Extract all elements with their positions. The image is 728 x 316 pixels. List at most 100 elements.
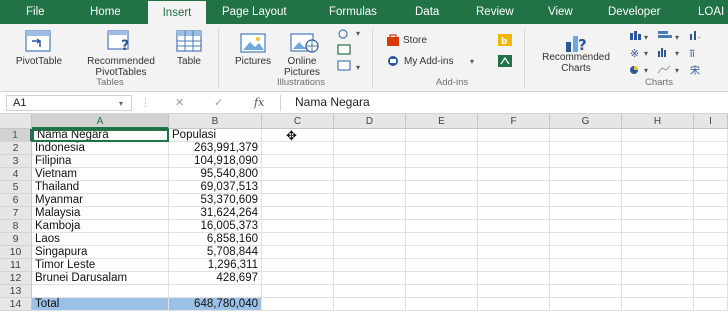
empty-cell[interactable] (334, 129, 406, 142)
empty-cell[interactable] (262, 233, 334, 246)
empty-cell[interactable] (694, 272, 728, 285)
name-box[interactable]: A1 ▾ (6, 95, 132, 111)
column-header-i[interactable]: I (694, 114, 728, 129)
empty-cell[interactable] (622, 142, 694, 155)
empty-cell[interactable] (622, 129, 694, 142)
empty-cell[interactable] (406, 259, 478, 272)
empty-cell[interactable] (334, 142, 406, 155)
empty-cell[interactable] (622, 285, 694, 298)
empty-cell[interactable] (550, 259, 622, 272)
empty-cell[interactable] (406, 142, 478, 155)
empty-cell[interactable] (478, 220, 550, 233)
empty-cell[interactable] (550, 298, 622, 311)
row-header[interactable]: 12 (0, 272, 32, 285)
cell-a[interactable]: Laos (32, 233, 169, 246)
empty-cell[interactable] (622, 272, 694, 285)
empty-cell[interactable] (694, 233, 728, 246)
empty-cell[interactable] (550, 246, 622, 259)
empty-cell[interactable] (478, 181, 550, 194)
cell-b[interactable]: 263,991,379 (169, 142, 262, 155)
empty-cell[interactable] (262, 285, 334, 298)
column-header-e[interactable]: E (406, 114, 478, 129)
empty-cell[interactable] (478, 155, 550, 168)
empty-cell[interactable] (478, 259, 550, 272)
empty-cell[interactable] (622, 246, 694, 259)
empty-cell[interactable] (262, 272, 334, 285)
cell-a[interactable]: Myanmar (32, 194, 169, 207)
cell-a[interactable]: Thailand (32, 181, 169, 194)
empty-cell[interactable] (478, 285, 550, 298)
empty-cell[interactable] (406, 168, 478, 181)
empty-cell[interactable] (550, 272, 622, 285)
empty-cell[interactable] (694, 246, 728, 259)
empty-cell[interactable] (334, 246, 406, 259)
empty-cell[interactable] (406, 233, 478, 246)
tab-data[interactable]: Data (415, 0, 439, 24)
empty-cell[interactable] (478, 142, 550, 155)
cell-b[interactable]: 95,540,800 (169, 168, 262, 181)
empty-cell[interactable] (262, 220, 334, 233)
empty-cell[interactable] (694, 168, 728, 181)
cell-b[interactable]: Populasi (169, 129, 262, 142)
empty-cell[interactable] (478, 272, 550, 285)
empty-cell[interactable] (622, 155, 694, 168)
tab-home[interactable]: Home (90, 0, 121, 24)
empty-cell[interactable] (622, 194, 694, 207)
empty-cell[interactable] (334, 155, 406, 168)
empty-cell[interactable] (406, 272, 478, 285)
empty-cell[interactable] (550, 285, 622, 298)
tab-insert[interactable]: Insert (148, 0, 206, 24)
cell-a[interactable]: Total (32, 298, 169, 311)
row-header[interactable]: 9 (0, 233, 32, 246)
empty-cell[interactable] (694, 181, 728, 194)
empty-cell[interactable] (334, 272, 406, 285)
empty-cell[interactable] (262, 142, 334, 155)
empty-cell[interactable] (550, 194, 622, 207)
cell-a[interactable]: Singapura (32, 246, 169, 259)
empty-cell[interactable] (406, 181, 478, 194)
cell-b[interactable]: 69,037,513 (169, 181, 262, 194)
tab-page-layout[interactable]: Page Layout (222, 0, 287, 24)
empty-cell[interactable] (334, 207, 406, 220)
empty-cell[interactable] (694, 194, 728, 207)
empty-cell[interactable] (478, 129, 550, 142)
column-header-b[interactable]: B (169, 114, 262, 129)
empty-cell[interactable] (694, 142, 728, 155)
empty-cell[interactable] (694, 259, 728, 272)
empty-cell[interactable] (622, 298, 694, 311)
empty-cell[interactable] (478, 246, 550, 259)
select-all-corner[interactable] (0, 114, 32, 129)
empty-cell[interactable] (262, 259, 334, 272)
empty-cell[interactable] (262, 168, 334, 181)
cell-a[interactable] (32, 285, 169, 298)
empty-cell[interactable] (406, 155, 478, 168)
empty-cell[interactable] (550, 142, 622, 155)
empty-cell[interactable] (694, 298, 728, 311)
tab-loai[interactable]: LOAI (698, 0, 724, 24)
cell-b[interactable]: 1,296,311 (169, 259, 262, 272)
column-header-g[interactable]: G (550, 114, 622, 129)
tab-formulas[interactable]: Formulas (329, 0, 377, 24)
cell-a[interactable]: Nama Negara (32, 129, 169, 142)
empty-cell[interactable] (262, 246, 334, 259)
enter-icon[interactable]: ✓ (214, 96, 223, 109)
formula-input[interactable]: Nama Negara (280, 95, 728, 111)
empty-cell[interactable] (694, 285, 728, 298)
cell-a[interactable]: Vietnam (32, 168, 169, 181)
empty-cell[interactable] (334, 220, 406, 233)
empty-cell[interactable] (478, 168, 550, 181)
cell-b[interactable]: 53,370,609 (169, 194, 262, 207)
row-header[interactable]: 4 (0, 168, 32, 181)
empty-cell[interactable] (478, 194, 550, 207)
empty-cell[interactable] (262, 129, 334, 142)
empty-cell[interactable] (406, 285, 478, 298)
empty-cell[interactable] (406, 129, 478, 142)
empty-cell[interactable] (694, 207, 728, 220)
empty-cell[interactable] (550, 207, 622, 220)
empty-cell[interactable] (334, 194, 406, 207)
empty-cell[interactable] (550, 168, 622, 181)
empty-cell[interactable] (262, 194, 334, 207)
tab-view[interactable]: View (548, 0, 573, 24)
empty-cell[interactable] (262, 155, 334, 168)
row-header[interactable]: 2 (0, 142, 32, 155)
